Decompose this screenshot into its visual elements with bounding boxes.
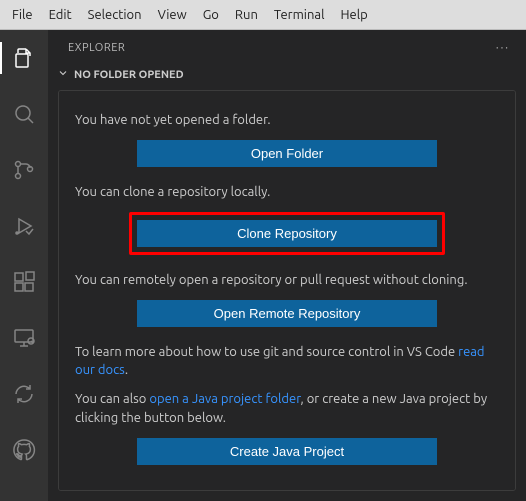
menu-terminal[interactable]: Terminal	[266, 4, 333, 26]
activity-bar	[0, 30, 48, 501]
chevron-down-icon	[56, 67, 70, 82]
extensions-icon[interactable]	[0, 262, 48, 302]
reload-icon[interactable]	[0, 374, 48, 414]
explorer-icon[interactable]	[0, 38, 48, 78]
docs-text: To learn more about how to use git and s…	[75, 343, 499, 381]
source-control-icon[interactable]	[0, 150, 48, 190]
open-remote-repository-button[interactable]: Open Remote Repository	[137, 300, 437, 327]
menu-edit[interactable]: Edit	[41, 4, 80, 26]
welcome-panel: You have not yet opened a folder. Open F…	[58, 90, 516, 491]
remote-explorer-icon[interactable]	[0, 318, 48, 358]
menu-help[interactable]: Help	[332, 4, 375, 26]
section-no-folder-opened[interactable]: NO FOLDER OPENED	[48, 65, 526, 84]
search-icon[interactable]	[0, 94, 48, 134]
sidebar-title: EXPLORER	[68, 42, 125, 54]
create-java-project-button[interactable]: Create Java Project	[137, 438, 437, 465]
clone-repository-highlight: Clone Repository	[129, 212, 445, 255]
no-folder-text: You have not yet opened a folder.	[75, 111, 499, 130]
menu-run[interactable]: Run	[227, 4, 266, 26]
menu-go[interactable]: Go	[195, 4, 227, 26]
menu-selection[interactable]: Selection	[80, 4, 150, 26]
section-label: NO FOLDER OPENED	[74, 69, 184, 81]
open-folder-button[interactable]: Open Folder	[137, 140, 437, 167]
github-icon[interactable]	[0, 430, 48, 470]
menu-view[interactable]: View	[150, 4, 195, 26]
menu-bar: File Edit Selection View Go Run Terminal…	[0, 0, 526, 30]
remote-text: You can remotely open a repository or pu…	[75, 271, 499, 290]
open-java-project-folder-link[interactable]: open a Java project folder	[149, 392, 300, 406]
more-actions-icon[interactable]: ···	[496, 42, 510, 54]
clone-repository-button[interactable]: Clone Repository	[137, 220, 437, 247]
java-text: You can also open a Java project folder,…	[75, 390, 499, 428]
clone-text: You can clone a repository locally.	[75, 183, 499, 202]
menu-file[interactable]: File	[4, 4, 41, 26]
explorer-sidebar: EXPLORER ··· NO FOLDER OPENED You have n…	[48, 30, 526, 501]
run-debug-icon[interactable]	[0, 206, 48, 246]
